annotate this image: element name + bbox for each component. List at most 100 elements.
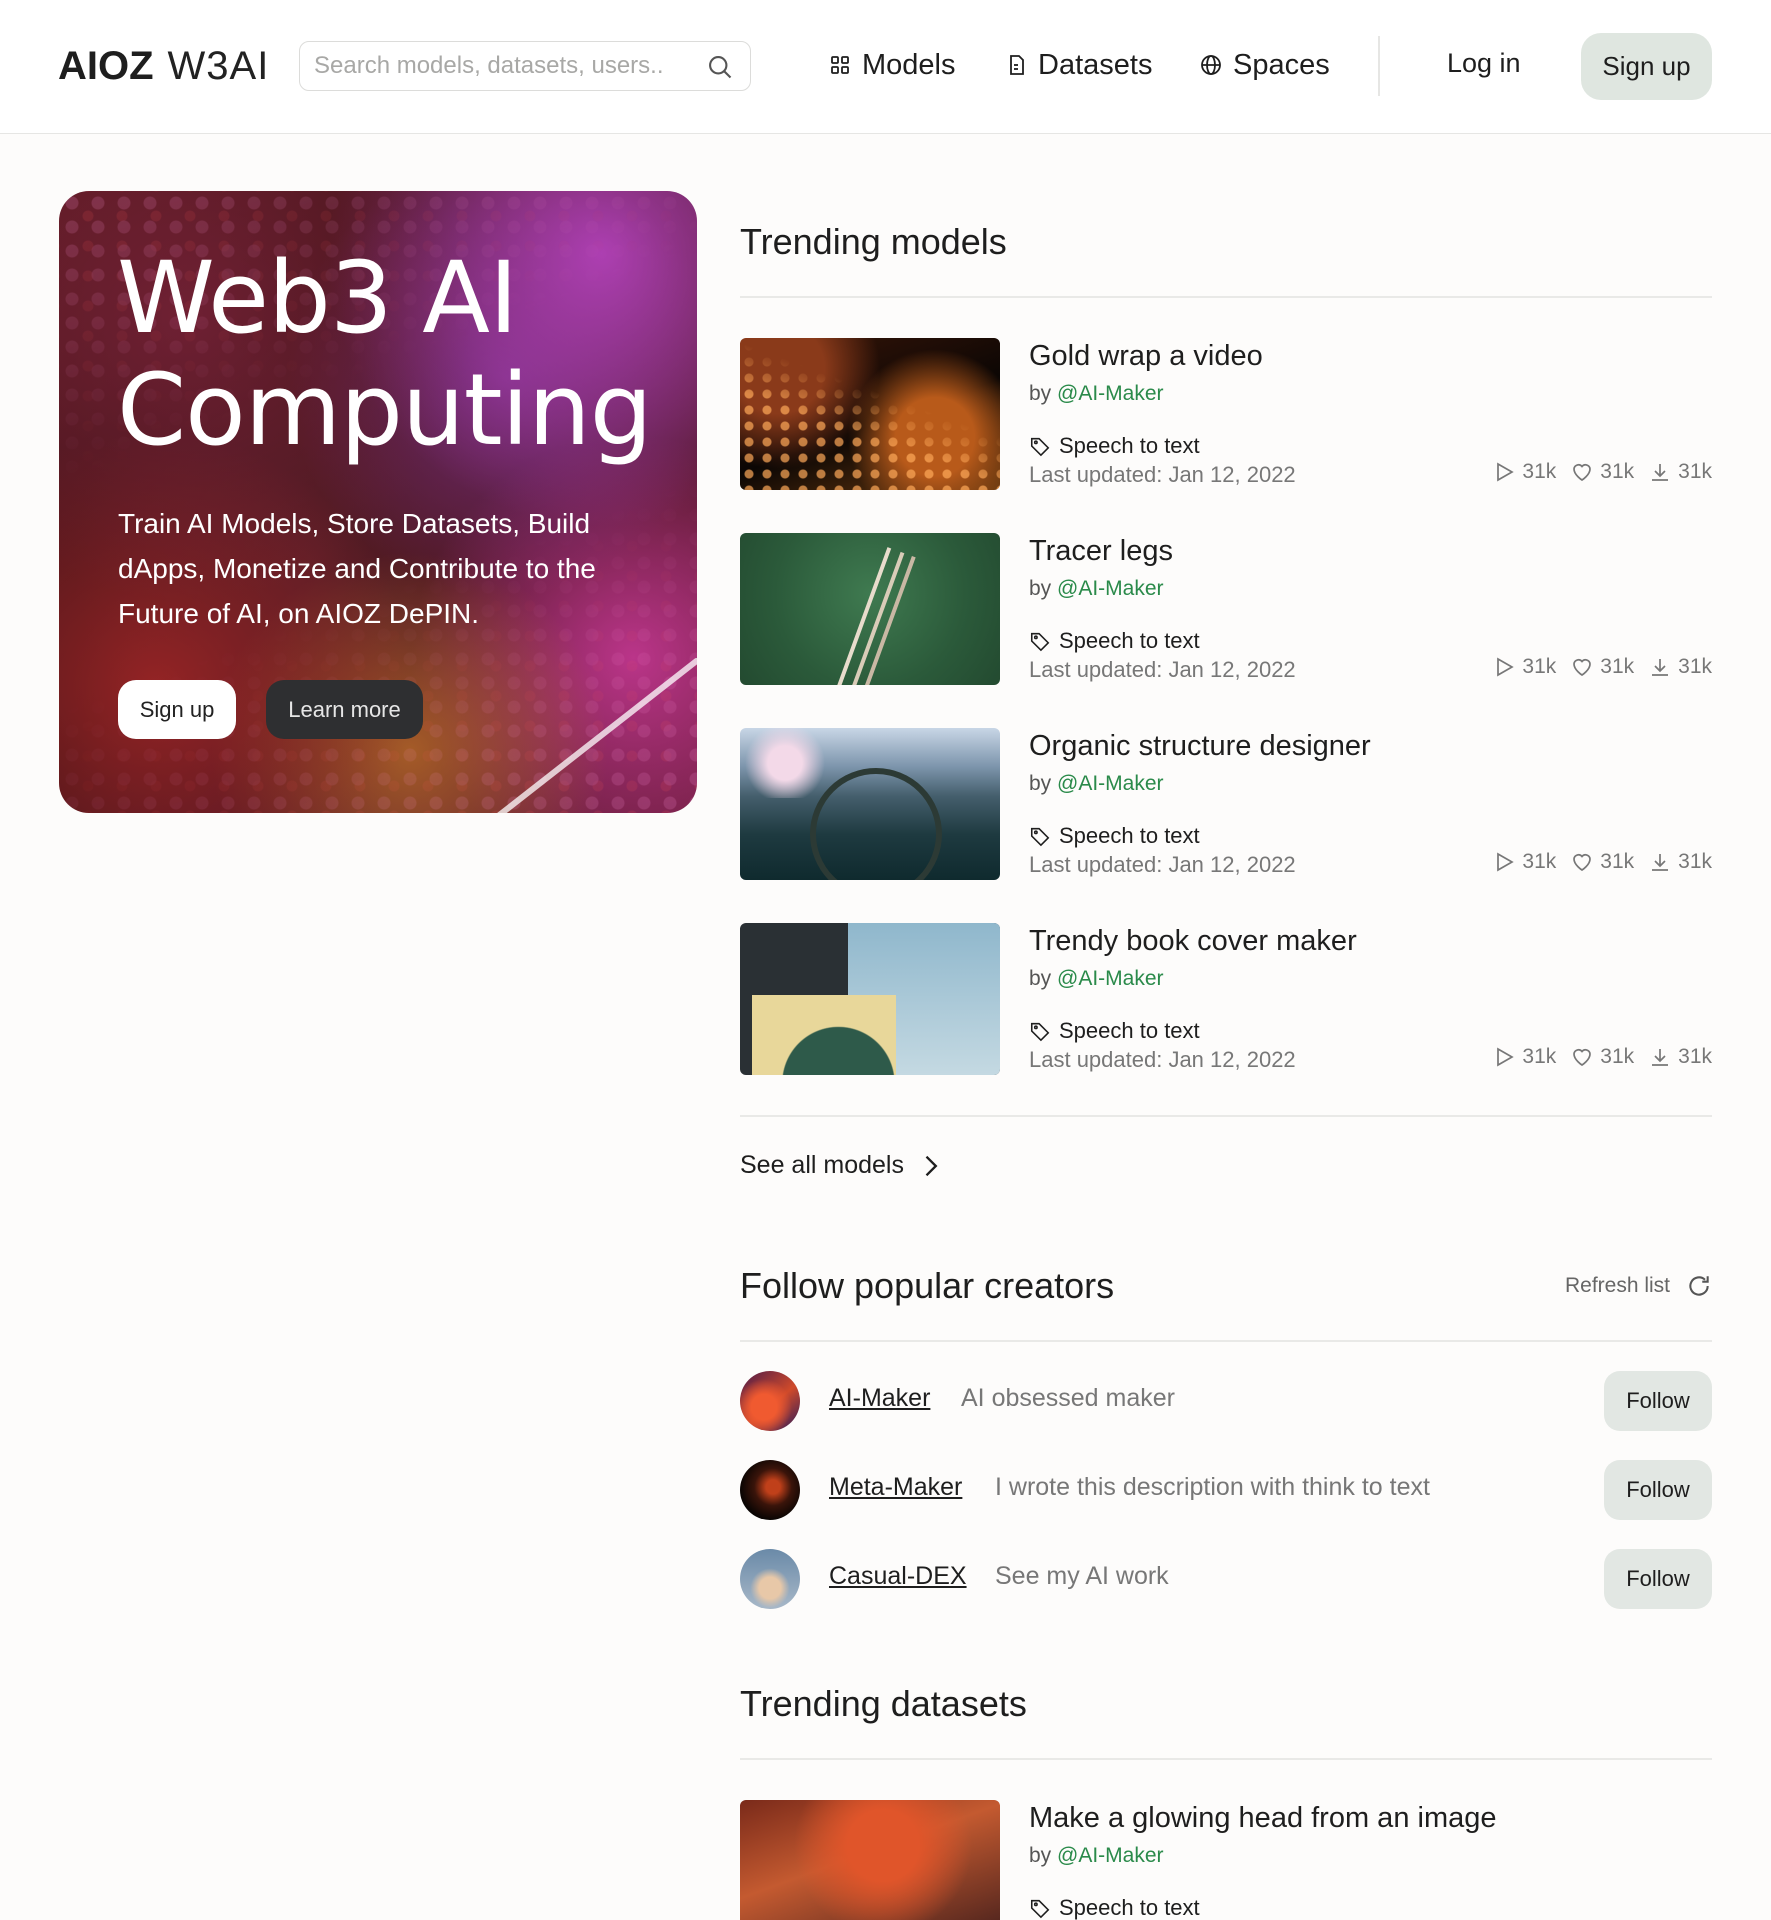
follow-button[interactable]: Follow (1604, 1371, 1712, 1431)
creator-row: AI-Maker AI obsessed maker Follow (740, 1371, 1712, 1431)
model-tag-label: Speech to text (1059, 823, 1200, 848)
download-icon[interactable] (1648, 460, 1672, 484)
model-title[interactable]: Organic structure designer (1029, 730, 1371, 763)
model-card[interactable]: Trendy book cover maker by @AI-Maker Spe… (740, 923, 1712, 1075)
download-icon[interactable] (1648, 1045, 1672, 1069)
hero-description: Train AI Models, Store Datasets, Build d… (118, 508, 596, 629)
creator-row: Meta-Maker I wrote this description with… (740, 1460, 1712, 1520)
model-tag[interactable]: Speech to text (1029, 433, 1200, 459)
signup-button[interactable]: Sign up (1581, 33, 1712, 100)
model-tag[interactable]: Speech to text (1029, 628, 1200, 654)
avatar[interactable] (740, 1460, 800, 1520)
nav-spaces[interactable]: Spaces (1199, 44, 1330, 86)
model-tag[interactable]: Speech to text (1029, 1018, 1200, 1044)
model-updated: Last updated: Jan 12, 2022 (1029, 852, 1296, 877)
play-count: 31k (1522, 460, 1557, 483)
hero-title-line2: Computing (117, 353, 653, 468)
login-link[interactable]: Log in (1447, 48, 1521, 79)
tag-icon (1030, 1899, 1050, 1919)
heart-icon[interactable] (1570, 850, 1594, 874)
tag-icon (1030, 827, 1050, 847)
nav-datasets[interactable]: Datasets (1004, 44, 1152, 86)
download-count: 31k (1678, 850, 1712, 873)
divider (740, 1340, 1712, 1342)
heart-icon[interactable] (1570, 1045, 1594, 1069)
nav-divider (1378, 36, 1380, 96)
dataset-author-line: by @AI-Maker (1029, 1844, 1164, 1867)
author-link[interactable]: @AI-Maker (1057, 1844, 1164, 1867)
author-link[interactable]: @AI-Maker (1057, 577, 1164, 600)
download-count: 31k (1678, 655, 1712, 678)
creators-title: Follow popular creators (740, 1265, 1115, 1306)
model-thumbnail[interactable] (740, 533, 1000, 685)
play-icon (1497, 852, 1515, 872)
hero-title-line1: Web3 AI (117, 241, 518, 356)
hero-signup-button[interactable]: Sign up (118, 680, 236, 739)
creator-name[interactable]: AI-Maker (829, 1384, 930, 1413)
play-icon (1497, 1047, 1515, 1067)
model-title[interactable]: Gold wrap a video (1029, 340, 1263, 373)
author-link[interactable]: @AI-Maker (1057, 772, 1164, 795)
model-tag-label: Speech to text (1059, 628, 1200, 653)
play-count: 31k (1522, 655, 1557, 678)
model-thumbnail[interactable] (740, 923, 1000, 1075)
author-link[interactable]: @AI-Maker (1057, 382, 1164, 405)
logo-text: W3AI (167, 43, 270, 88)
model-stats: 31k 31k 31k (1486, 655, 1712, 679)
model-title[interactable]: Trendy book cover maker (1029, 925, 1357, 958)
search-icon[interactable] (706, 53, 734, 81)
dataset-tag-label: Speech to text (1059, 1895, 1200, 1920)
model-title[interactable]: Tracer legs (1029, 535, 1173, 568)
model-author-line: by @AI-Maker (1029, 772, 1164, 795)
avatar[interactable] (740, 1549, 800, 1609)
top-navbar: AIOZ W3AI Models Datasets Spaces Log in … (0, 0, 1771, 134)
model-tag[interactable]: Speech to text (1029, 823, 1200, 849)
refresh-list-button[interactable]: Refresh list (1565, 1273, 1712, 1299)
heart-icon[interactable] (1570, 655, 1594, 679)
tag-icon (1030, 632, 1050, 652)
model-updated: Last updated: Jan 12, 2022 (1029, 462, 1296, 487)
model-updated: Last updated: Jan 12, 2022 (1029, 657, 1296, 682)
nav-models-label: Models (862, 48, 956, 81)
avatar[interactable] (740, 1371, 800, 1431)
like-count: 31k (1600, 850, 1635, 873)
search-input[interactable] (314, 51, 684, 81)
file-icon (1010, 55, 1024, 75)
dataset-title[interactable]: Make a glowing head from an image (1029, 1802, 1496, 1835)
hero-learn-more-button[interactable]: Learn more (266, 680, 423, 739)
nav-datasets-label: Datasets (1038, 48, 1153, 81)
dataset-thumbnail[interactable] (740, 1800, 1000, 1920)
logo[interactable]: AIOZ W3AI (58, 44, 269, 88)
download-icon[interactable] (1648, 655, 1672, 679)
model-card[interactable]: Organic structure designer by @AI-Maker … (740, 728, 1712, 880)
follow-button[interactable]: Follow (1604, 1460, 1712, 1520)
follow-button[interactable]: Follow (1604, 1549, 1712, 1609)
model-tag-label: Speech to text (1059, 433, 1200, 458)
download-count: 31k (1678, 1045, 1712, 1068)
tag-icon (1030, 437, 1050, 457)
model-thumbnail[interactable] (740, 728, 1000, 880)
hero-banner: Web3 AI Computing Train AI Models, Store… (59, 191, 697, 813)
grid-icon (831, 56, 849, 74)
creator-name[interactable]: Meta-Maker (829, 1473, 962, 1502)
trending-models-title: Trending models (740, 221, 1007, 262)
see-all-models-label: See all models (740, 1151, 904, 1179)
model-card[interactable]: Gold wrap a video by @AI-Maker Speech to… (740, 338, 1712, 490)
download-icon[interactable] (1648, 850, 1672, 874)
model-card[interactable]: Tracer legs by @AI-Maker Speech to text … (740, 533, 1712, 685)
logo-mark: AIOZ (58, 43, 154, 88)
play-icon (1497, 462, 1515, 482)
author-link[interactable]: @AI-Maker (1057, 967, 1164, 990)
model-thumbnail[interactable] (740, 338, 1000, 490)
creator-name[interactable]: Casual-DEX (829, 1562, 967, 1591)
model-tag-label: Speech to text (1059, 1018, 1200, 1043)
dataset-card[interactable]: Make a glowing head from an image by @AI… (740, 1800, 1712, 1920)
see-all-models-link[interactable]: See all models (740, 1151, 944, 1180)
play-icon (1497, 657, 1515, 677)
dataset-tag[interactable]: Speech to text (1029, 1895, 1200, 1920)
nav-models[interactable]: Models (828, 44, 956, 86)
nav-spaces-label: Spaces (1233, 48, 1330, 81)
model-stats: 31k 31k 31k (1486, 850, 1712, 874)
heart-icon[interactable] (1570, 460, 1594, 484)
like-count: 31k (1600, 655, 1635, 678)
